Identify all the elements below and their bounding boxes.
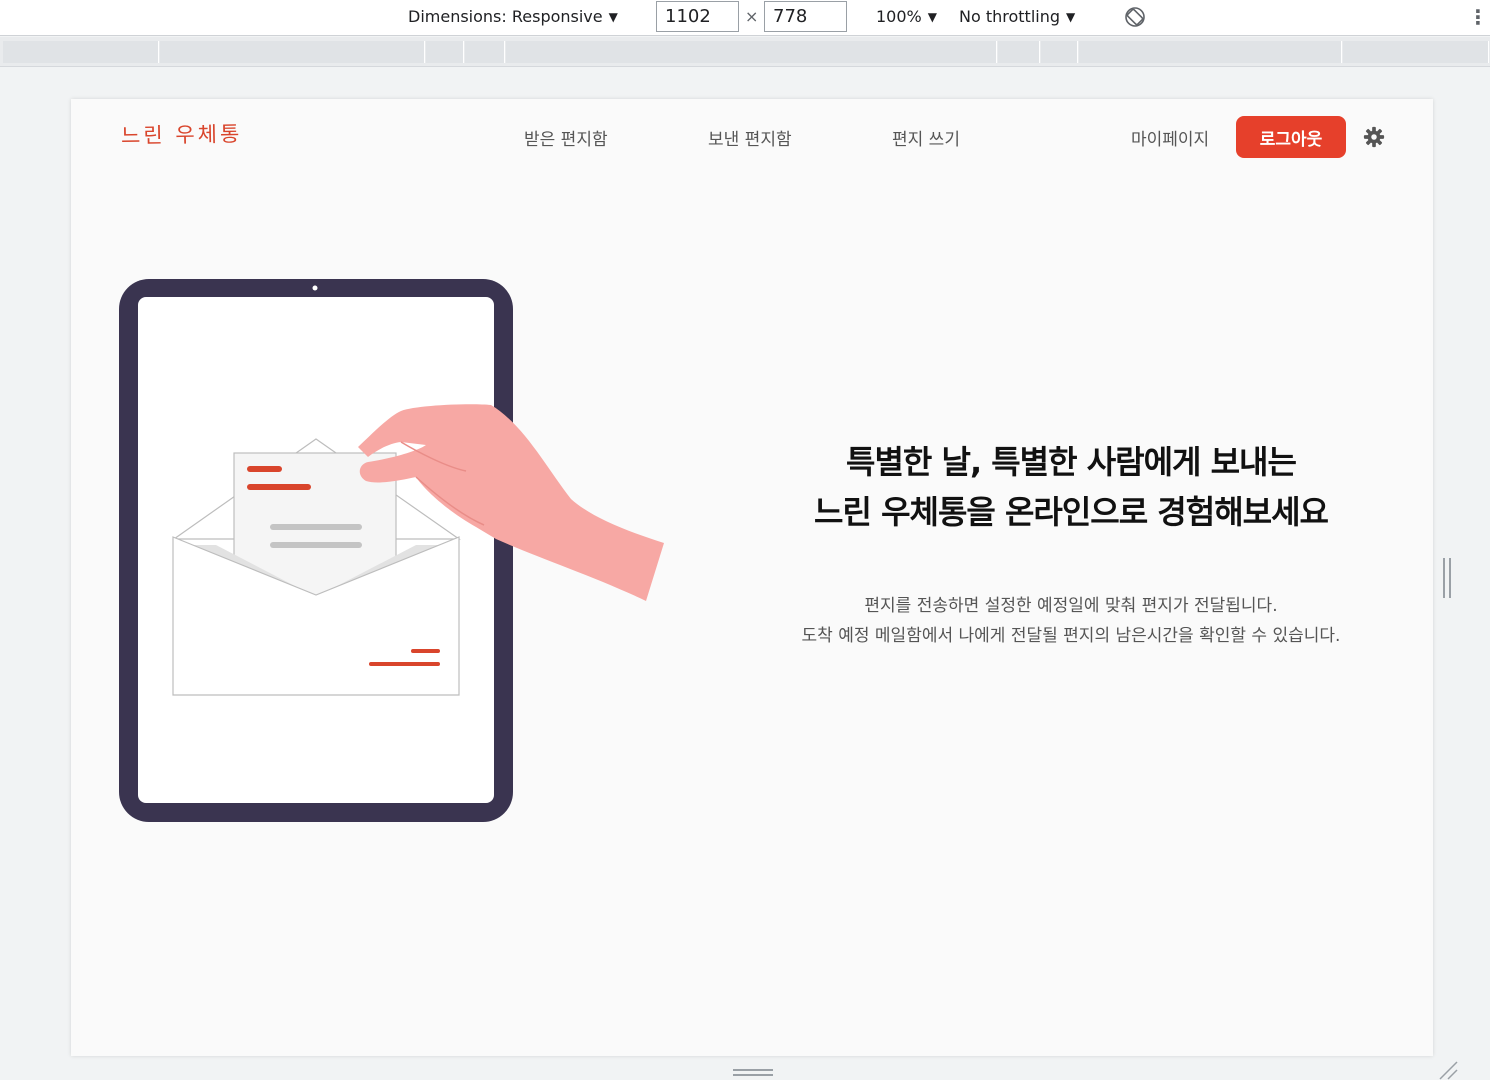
nav-sent-letters[interactable]: 보낸 편지함 xyxy=(708,125,792,150)
page-viewport: 느린 우체통 받은 편지함 보낸 편지함 편지 쓰기 마이페이지 로그아웃 특별… xyxy=(71,99,1433,1056)
logout-button[interactable]: 로그아웃 xyxy=(1236,116,1346,158)
tablet-camera xyxy=(312,285,318,291)
throttling-label: No throttling xyxy=(959,7,1061,26)
dropdown-arrow-icon: ▼ xyxy=(608,10,618,24)
hero-description-line: 도착 예정 메일함에서 나에게 전달될 편지의 남은시간을 확인할 수 있습니다… xyxy=(801,626,1341,646)
viewport-resize-handle-right[interactable] xyxy=(1443,558,1451,598)
hero-title-line: 특별한 날, 특별한 사람에게 보내는 xyxy=(846,443,1297,481)
top-navigation: 느린 우체통 받은 편지함 보낸 편지함 편지 쓰기 마이페이지 로그아웃 xyxy=(71,99,1433,179)
zoom-label: 100% xyxy=(876,7,922,26)
tablet-envelope-illustration xyxy=(119,279,664,822)
throttling-dropdown[interactable]: No throttling ▼ xyxy=(959,0,1075,36)
devtools-device-toolbar: Dimensions: Responsive ▼ 1102 × 778 100% ▼… xyxy=(0,0,1490,36)
letter-line xyxy=(270,524,362,530)
nav-write-letter[interactable]: 편지 쓰기 xyxy=(892,125,960,150)
more-options-icon[interactable]: ⋮ xyxy=(1468,0,1488,36)
times-separator: × xyxy=(745,7,759,26)
envelope-line xyxy=(369,662,440,666)
width-input[interactable]: 1102 xyxy=(656,1,739,32)
zoom-dropdown[interactable]: 100% ▼ xyxy=(876,0,937,36)
ruler-segment[interactable] xyxy=(465,41,505,63)
rotate-icon[interactable] xyxy=(1123,5,1147,29)
media-query-ruler xyxy=(0,37,1490,67)
viewport-resize-handle-bottom[interactable] xyxy=(733,1069,773,1076)
gear-icon[interactable] xyxy=(1363,126,1385,148)
ruler-segment[interactable] xyxy=(426,41,464,63)
nav-mypage[interactable]: 마이페이지 xyxy=(1131,125,1209,150)
dimensions-label: Dimensions: Responsive xyxy=(408,7,603,26)
site-logo[interactable]: 느린 우체통 xyxy=(121,118,243,150)
envelope-line xyxy=(411,649,440,653)
hero-title: 특별한 날, 특별한 사람에게 보내는 느린 우체통을 온라인으로 경험해보세요 xyxy=(751,437,1391,537)
hero-description-line: 편지를 전송하면 설정한 예정일에 맞춰 편지가 전달됩니다. xyxy=(864,596,1278,616)
letter-line xyxy=(247,466,282,472)
ruler-segment[interactable] xyxy=(3,41,159,63)
letter-line xyxy=(270,542,362,548)
ruler-segment[interactable] xyxy=(998,41,1040,63)
height-input[interactable]: 778 xyxy=(764,1,847,32)
letter-line xyxy=(247,484,311,490)
ruler-segment[interactable] xyxy=(1343,41,1489,63)
ruler-segment[interactable] xyxy=(160,41,425,63)
hero-description: 편지를 전송하면 설정한 예정일에 맞춰 편지가 전달됩니다. 도착 예정 메일… xyxy=(711,591,1431,651)
dropdown-arrow-icon: ▼ xyxy=(927,10,937,24)
ruler-segment[interactable] xyxy=(1041,41,1078,63)
dropdown-arrow-icon: ▼ xyxy=(1066,10,1076,24)
nav-received-letters[interactable]: 받은 편지함 xyxy=(524,125,608,150)
ruler-segment[interactable] xyxy=(1079,41,1342,63)
dimensions-dropdown[interactable]: Dimensions: Responsive ▼ xyxy=(408,0,618,36)
ruler-segment[interactable] xyxy=(506,41,997,63)
hero-title-line: 느린 우체통을 온라인으로 경험해보세요 xyxy=(814,493,1329,531)
resize-corner-icon[interactable] xyxy=(1436,1060,1458,1080)
